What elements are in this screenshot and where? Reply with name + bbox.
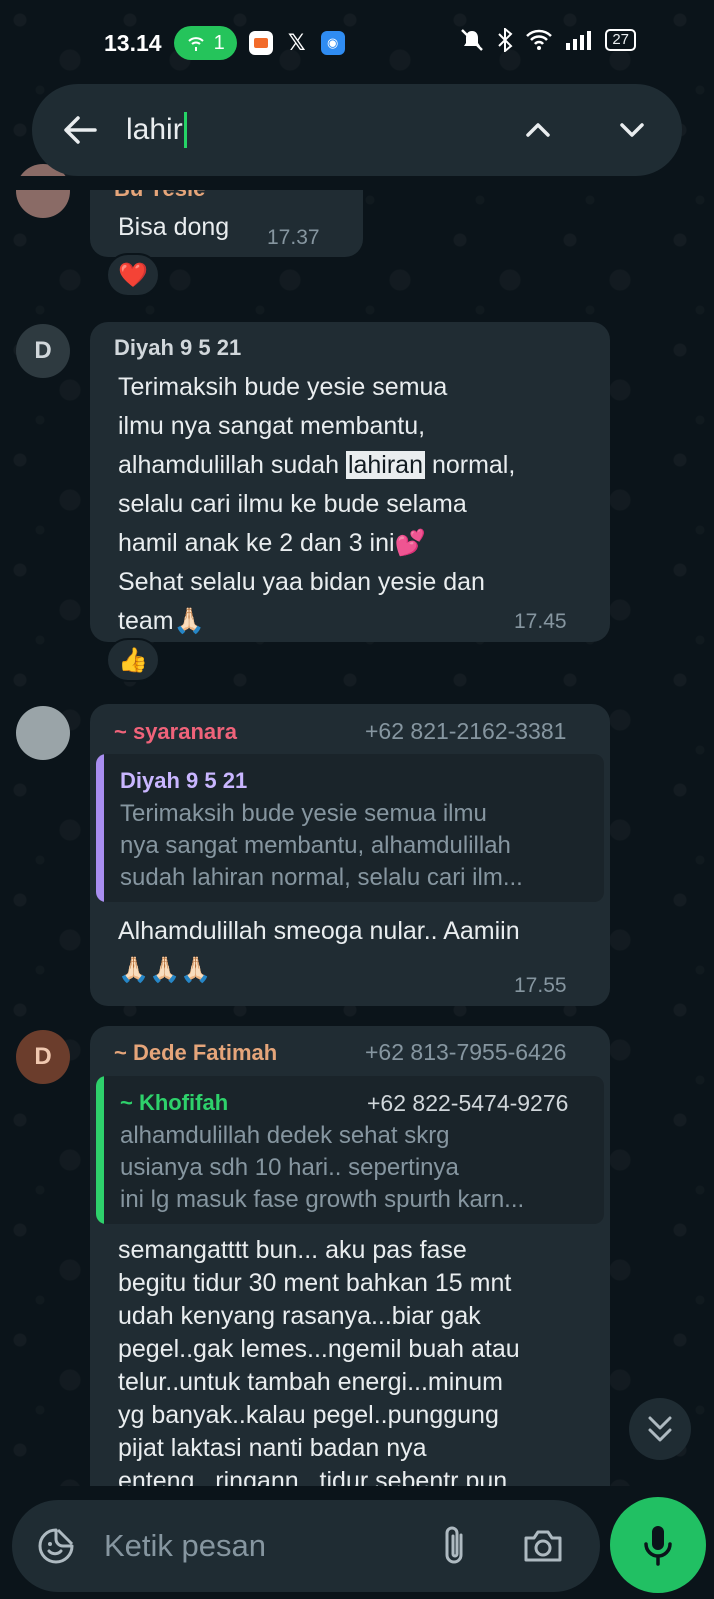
battery-indicator: 27 bbox=[605, 29, 636, 51]
search-bar: lahir bbox=[32, 84, 682, 176]
photo-app-icon bbox=[248, 31, 273, 55]
avatar[interactable]: D bbox=[16, 1030, 70, 1084]
bluetooth-icon bbox=[498, 28, 513, 52]
message-bubble[interactable]: Diyah 9 5 21 Terimaksih bude yesie semua… bbox=[90, 322, 610, 642]
camera-icon[interactable] bbox=[520, 1524, 566, 1568]
quote-bar bbox=[96, 754, 104, 902]
text-caret bbox=[183, 112, 187, 148]
message-bubble[interactable]: ~ Dede Fatimah +62 813-7955-6426 ~ Khofi… bbox=[90, 1026, 610, 1506]
header-spacer bbox=[0, 176, 714, 190]
sender-phone: +62 821-2162-3381 bbox=[365, 718, 567, 744]
mute-icon bbox=[461, 29, 484, 51]
sender-name: ~ syaranara bbox=[114, 719, 237, 744]
search-input[interactable]: lahir bbox=[126, 112, 486, 148]
sender-name: ~ Dede Fatimah bbox=[114, 1040, 278, 1065]
sticker-icon[interactable] bbox=[34, 1524, 78, 1568]
message-input[interactable] bbox=[104, 1524, 404, 1568]
message-text: Terimaksih bude yesie semua ilmu nya san… bbox=[118, 373, 516, 635]
wifi-icon bbox=[526, 29, 553, 50]
chevron-up-icon[interactable] bbox=[518, 110, 558, 150]
sender-name: Diyah 9 5 21 bbox=[114, 335, 242, 360]
message-text: semangatttt bun... aku pas fase begitu t… bbox=[118, 1236, 520, 1495]
signal-icon bbox=[566, 31, 592, 50]
quote-text: Terimaksih bude yesie semua ilmu nya san… bbox=[120, 800, 523, 891]
hotspot-icon bbox=[187, 37, 204, 51]
microphone-button[interactable] bbox=[610, 1497, 706, 1593]
back-arrow-icon[interactable] bbox=[60, 110, 100, 150]
sender-phone: +62 813-7955-6426 bbox=[365, 1039, 567, 1065]
double-chevron-down-icon bbox=[648, 1416, 672, 1442]
microphone-icon bbox=[644, 1526, 672, 1566]
reaction-badge[interactable]: ❤️ bbox=[106, 253, 160, 297]
quoted-message[interactable]: Diyah 9 5 21 Terimaksih bude yesie semua… bbox=[96, 754, 604, 902]
reaction-badge[interactable]: 👍 bbox=[106, 638, 160, 682]
status-indicators: 27 bbox=[459, 28, 636, 52]
status-time: 13.14 bbox=[104, 29, 162, 56]
message-time: 17.55 bbox=[514, 974, 567, 997]
discord-icon: ◉ bbox=[320, 31, 345, 55]
quote-phone: +62 822-5474-9276 bbox=[367, 1090, 569, 1116]
quote-bar bbox=[96, 1076, 104, 1224]
hotspot-badge: 1 bbox=[173, 26, 237, 60]
quote-sender: ~ Khofifah bbox=[120, 1090, 229, 1115]
avatar[interactable] bbox=[16, 706, 70, 760]
x-icon: 𝕏 bbox=[287, 30, 306, 55]
search-highlight: lahiran bbox=[345, 451, 425, 479]
scroll-to-bottom-button[interactable] bbox=[629, 1398, 691, 1460]
message-time: 17.45 bbox=[514, 610, 567, 633]
message-bubble[interactable]: ~ syaranara +62 821-2162-3381 Diyah 9 5 … bbox=[90, 704, 610, 1006]
avatar[interactable]: D bbox=[16, 324, 70, 378]
message-time: 17.37 bbox=[267, 226, 320, 249]
message-composer bbox=[12, 1500, 600, 1592]
message-text: Bisa dong bbox=[118, 213, 230, 241]
chevron-down-icon[interactable] bbox=[612, 110, 652, 150]
quoted-message[interactable]: ~ Khofifah +62 822-5474-9276 alhamdulill… bbox=[96, 1076, 604, 1224]
quote-sender: Diyah 9 5 21 bbox=[120, 768, 248, 793]
quote-text: alhamdulillah dedek sehat skrg usianya s… bbox=[120, 1122, 525, 1213]
hotspot-count: 1 bbox=[213, 31, 225, 54]
paperclip-icon[interactable] bbox=[434, 1524, 474, 1568]
